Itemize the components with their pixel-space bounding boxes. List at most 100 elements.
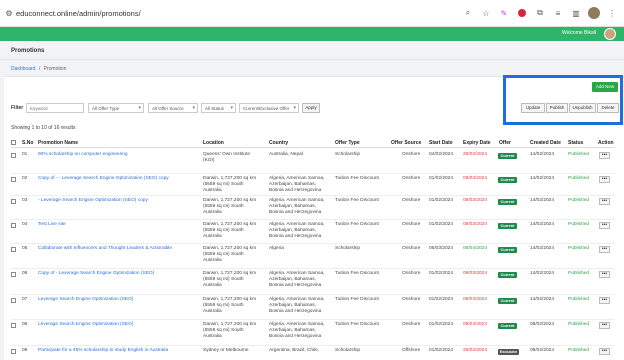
row-created-date: 08/02/2024: [530, 322, 555, 327]
offer-source-select[interactable]: All Offer Source: [148, 103, 198, 113]
row-offer-source: Onshore: [402, 271, 421, 276]
table-row[interactable]: 02 Copy of - - Leverage Search Engine Opt…: [11, 174, 615, 196]
site-info-icon[interactable]: ⚙: [3, 7, 15, 19]
header-location[interactable]: Location: [203, 140, 224, 146]
pen-icon[interactable]: ✎: [498, 7, 510, 19]
table-row[interactable]: 07 Leverage Search Engine Optimization (S…: [11, 295, 615, 320]
header-created-date[interactable]: Created Date: [530, 140, 561, 146]
address-bar[interactable]: educonnect.online/admin/promotions/: [16, 9, 462, 18]
star-icon[interactable]: ☆: [480, 7, 492, 19]
row-country-line: Bosnia and Herzegovina: [269, 309, 322, 315]
row-checkbox[interactable]: [11, 272, 16, 277]
row-offer-source: Onshore: [402, 176, 421, 181]
header-expiry-date[interactable]: Expiry Date: [463, 140, 491, 146]
row-action-menu-button[interactable]: •••: [599, 271, 610, 278]
row-created-date: 14/02/2024: [530, 176, 555, 181]
apply-button[interactable]: Apply: [302, 103, 320, 113]
table-row[interactable]: 04 Test Live site Darwin, 1,727,200 sq km(…: [11, 220, 615, 244]
promotion-name-link[interactable]: Leverage Search Engine Optimization (SEO…: [38, 322, 198, 328]
header-offer[interactable]: Offer: [499, 140, 511, 146]
row-created-date: 14/02/2024: [530, 246, 555, 251]
row-action-menu-button[interactable]: •••: [599, 348, 610, 355]
header-country[interactable]: Country: [269, 140, 288, 146]
keyword-input[interactable]: [26, 103, 84, 113]
row-offer-type: Tuition Fee Discount: [335, 322, 379, 327]
row-action-menu-button[interactable]: •••: [599, 322, 610, 329]
row-status: Published: [568, 222, 590, 227]
status-select[interactable]: All Status: [201, 103, 236, 113]
row-country-line: Australia, Nepal: [269, 152, 303, 157]
row-checkbox[interactable]: [11, 199, 16, 204]
row-status: Published: [568, 176, 590, 181]
promotion-name-link[interactable]: 90% scholarship on computer engineering: [38, 152, 198, 158]
profile-avatar[interactable]: [588, 7, 600, 19]
row-action-menu-button[interactable]: •••: [599, 222, 610, 229]
row-start-date: 01/02/2024: [429, 271, 454, 276]
user-avatar[interactable]: [604, 28, 616, 40]
row-offer-type: Scholarship: [335, 348, 361, 353]
promotion-name-link[interactable]: - Leverage Search Engine Optimization (S…: [38, 198, 198, 204]
table-row[interactable]: 08 Leverage Search Engine Optimization (S…: [11, 320, 615, 346]
row-action-menu-button[interactable]: •••: [599, 246, 610, 253]
row-created-date: 14/02/2024: [530, 152, 555, 157]
row-country-line: Bosnia and Herzegovina: [269, 234, 322, 240]
header-offer-source[interactable]: Offer Source: [391, 140, 421, 146]
row-checkbox[interactable]: [11, 349, 16, 354]
header-name[interactable]: Promotion Name: [38, 140, 78, 146]
row-location-line: Sydney or Melbourne: [203, 348, 249, 353]
sidebar-icon[interactable]: ▥: [570, 7, 582, 19]
row-location-line: Australia: [203, 188, 222, 194]
row-offer-source: Onshore: [402, 297, 421, 302]
row-status: Published: [568, 297, 590, 302]
breadcrumb-dashboard[interactable]: Dashboard: [11, 66, 35, 72]
row-offer-type: Tuition Fee Discount: [335, 271, 379, 276]
promotion-name-link[interactable]: Participate for a 45% scholarship to stu…: [38, 348, 198, 354]
row-sno: 07: [22, 297, 28, 302]
offer-type-select[interactable]: All Offer Type: [88, 103, 144, 113]
row-created-date: 14/02/2024: [530, 222, 555, 227]
select-all-checkbox[interactable]: [11, 140, 16, 145]
row-created-date: 14/02/2024: [530, 271, 555, 276]
puzzle-icon[interactable]: ⧉: [534, 7, 546, 19]
promotion-name-link[interactable]: Test Live site: [38, 222, 198, 228]
table-row[interactable]: 09 Participate for a 45% scholarship to s…: [11, 346, 615, 360]
row-expiry-date: 09/03/2024: [463, 271, 488, 276]
row-expiry-date: 06/04/2024: [463, 246, 488, 251]
table-row[interactable]: 03 - Leverage Search Engine Optimization …: [11, 196, 615, 220]
promotion-name-link[interactable]: Copy of - Leverage Search Engine Optimiz…: [38, 271, 198, 277]
extension-red-icon[interactable]: [516, 7, 528, 19]
row-checkbox[interactable]: [11, 323, 16, 328]
table-row[interactable]: 05 Collaborate with Influencers and Thoug…: [11, 244, 615, 269]
menu-icon[interactable]: ⋮: [606, 7, 618, 19]
row-checkbox[interactable]: [11, 153, 16, 158]
row-expiry-date: 09/03/2024: [463, 176, 488, 181]
row-sno: 05: [22, 246, 28, 251]
header-offer-type[interactable]: Offer Type: [335, 140, 360, 146]
row-action-menu-button[interactable]: •••: [599, 152, 610, 159]
row-action-menu-button[interactable]: •••: [599, 297, 610, 304]
current-exclusive-select[interactable]: Current/Exclusive Offer: [239, 103, 299, 113]
promotion-name-link[interactable]: Copy of - - Leverage Search Engine Optim…: [38, 176, 198, 182]
filter-label: Filter: [11, 105, 24, 111]
search-icon[interactable]: ⌕: [462, 7, 474, 19]
row-expiry-date: 29/02/2024: [463, 348, 488, 353]
header-status[interactable]: Status: [568, 140, 583, 146]
row-checkbox[interactable]: [11, 247, 16, 252]
row-sno: 09: [22, 348, 28, 353]
promotion-name-link[interactable]: Collaborate with Influencers and Thought…: [38, 246, 198, 252]
row-status: Published: [568, 246, 590, 251]
table-row[interactable]: 06 Copy of - Leverage Search Engine Optim…: [11, 269, 615, 295]
row-checkbox[interactable]: [11, 298, 16, 303]
header-start-date[interactable]: Start Date: [429, 140, 453, 146]
row-country-line: Bosnia and Herzegovina: [269, 188, 322, 194]
row-checkbox[interactable]: [11, 223, 16, 228]
offer-badge: Current: [498, 298, 517, 304]
offer-badge: Exclusive: [498, 349, 519, 355]
table-row[interactable]: 01 90% scholarship on computer engineerin…: [11, 150, 615, 174]
row-action-menu-button[interactable]: •••: [599, 198, 610, 205]
promotion-name-link[interactable]: Leverage Search Engine Optimization (SEO…: [38, 297, 198, 303]
row-action-menu-button[interactable]: •••: [599, 176, 610, 183]
row-checkbox[interactable]: [11, 177, 16, 182]
media-icon[interactable]: ≡: [552, 7, 564, 19]
row-offer-source: Onshore: [402, 198, 421, 203]
